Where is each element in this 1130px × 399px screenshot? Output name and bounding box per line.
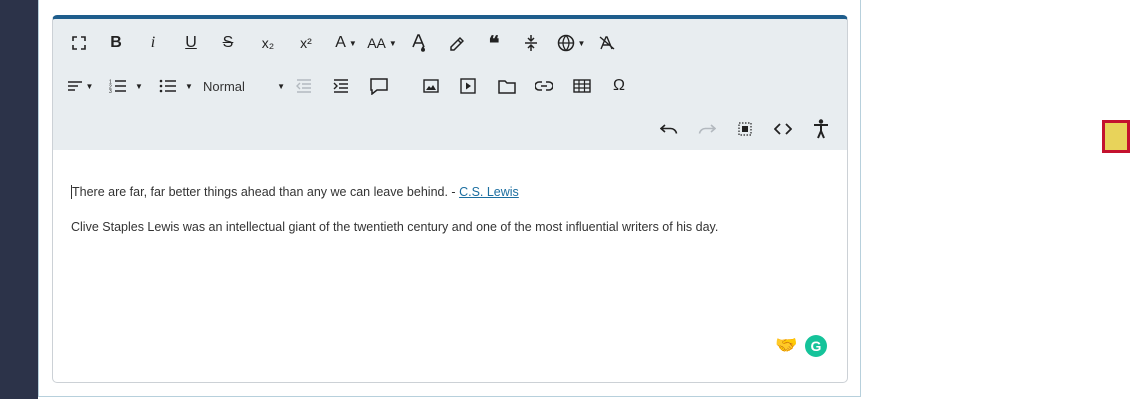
ordered-list-button[interactable]: 123 ▼	[106, 73, 146, 99]
clear-formatting-icon[interactable]	[598, 30, 616, 56]
image-icon[interactable]	[422, 73, 440, 99]
author-link[interactable]: C.S. Lewis	[459, 185, 519, 199]
accessibility-icon[interactable]	[811, 116, 831, 142]
superscript-button[interactable]: x²	[295, 30, 317, 56]
italic-button[interactable]: i	[145, 30, 161, 56]
file-manager-icon[interactable]	[497, 73, 517, 99]
unordered-list-button[interactable]: ▼	[156, 73, 196, 99]
svg-text:3: 3	[109, 89, 112, 93]
chevron-down-icon: ▼	[185, 81, 193, 91]
quote-paragraph: There are far, far better things ahead t…	[71, 185, 519, 199]
font-size-label: AA	[367, 35, 386, 51]
font-family-label: A	[335, 34, 346, 51]
subscript-button[interactable]: x₂	[257, 30, 279, 56]
table-icon[interactable]	[572, 73, 592, 99]
bold-button[interactable]: B	[107, 30, 125, 56]
chevron-down-icon: ▼	[388, 38, 397, 48]
chevron-down-icon: ▼	[277, 81, 285, 91]
paragraph-style-select[interactable]: Normal ▼	[203, 73, 285, 99]
chevron-down-icon: ▼	[348, 38, 357, 48]
rich-text-editor: B i U S x₂ x² A ▼ AA ▼ ❝ ▼ ▼ 1 2 3 ▼ ▼ N…	[52, 15, 848, 383]
page-break-icon[interactable]	[522, 30, 540, 56]
undo-icon[interactable]	[659, 116, 679, 142]
chevron-down-icon: ▼	[85, 81, 94, 91]
editor-toolbar: B i U S x₂ x² A ▼ AA ▼ ❝ ▼ ▼ 1 2 3 ▼ ▼ N…	[53, 19, 847, 150]
font-family-button[interactable]: A ▼	[334, 30, 358, 56]
chevron-down-icon: ▼	[135, 81, 143, 91]
highlight-marker[interactable]	[1102, 120, 1130, 153]
underline-button[interactable]: U	[182, 30, 200, 56]
special-character-icon[interactable]: Ω	[610, 73, 628, 99]
select-all-icon[interactable]	[736, 116, 754, 142]
fullscreen-icon[interactable]	[69, 30, 89, 56]
indent-icon[interactable]	[332, 73, 350, 99]
link-icon[interactable]	[534, 73, 554, 99]
text-color-icon[interactable]	[410, 30, 428, 56]
left-sidebar-rail	[0, 0, 38, 399]
video-icon[interactable]	[459, 73, 477, 99]
outdent-icon[interactable]	[295, 73, 313, 99]
strikethrough-button[interactable]: S	[219, 30, 237, 56]
chevron-down-icon: ▼	[577, 38, 586, 48]
align-button[interactable]: ▼	[65, 73, 95, 99]
comment-icon[interactable]	[369, 73, 389, 99]
handshake-icon[interactable]: 🤝	[775, 335, 797, 356]
quote-text: There are far, far better things ahead t…	[72, 185, 460, 199]
body-paragraph: Clive Staples Lewis was an intellectual …	[71, 220, 719, 234]
highlight-icon[interactable]	[447, 30, 465, 56]
redo-icon[interactable]	[697, 116, 717, 142]
source-code-icon[interactable]	[773, 116, 793, 142]
language-icon[interactable]: ▼	[556, 30, 586, 56]
quote-icon[interactable]: ❝	[484, 30, 504, 56]
grammarly-icon[interactable]: G	[805, 335, 827, 357]
paragraph-style-value: Normal	[203, 78, 245, 94]
font-size-button[interactable]: AA ▼	[367, 30, 397, 56]
